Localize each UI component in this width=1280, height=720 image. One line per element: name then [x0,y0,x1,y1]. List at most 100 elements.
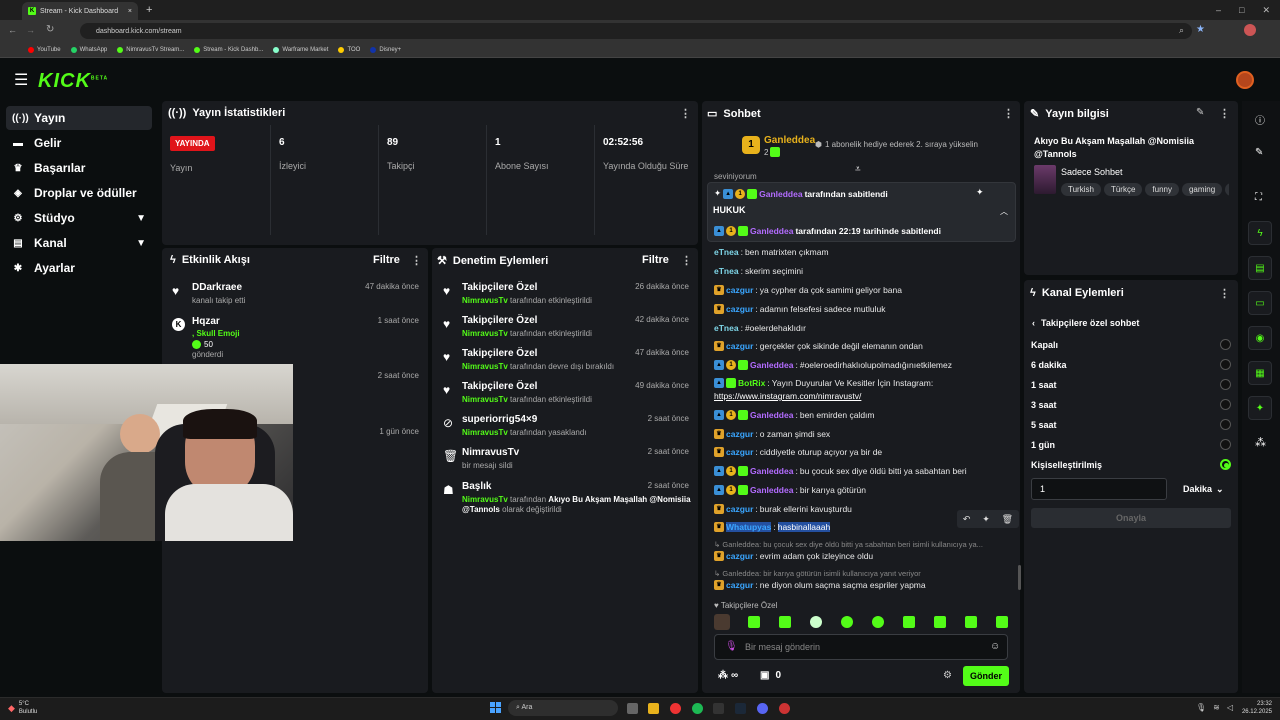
chest-counter[interactable]: ▣ 0 [760,670,781,681]
unit-select[interactable]: Dakika ⌄ [1183,484,1224,495]
emote-icon[interactable] [748,616,760,628]
duration-option[interactable]: 6 dakika [1031,359,1231,370]
channel-actions-menu-icon[interactable]: ⋮ [1219,287,1230,300]
category-thumbnail[interactable] [1034,165,1056,194]
clock[interactable]: 23:32 26.12.2025 [1238,700,1272,716]
back-button[interactable]: ‹ Takipçilere özel sohbet [1032,318,1139,328]
windows-start-icon[interactable] [490,702,501,713]
activity-filter-button[interactable]: Filtre [373,254,400,266]
tag[interactable]: gaming [1181,183,1223,196]
emote-icon[interactable] [872,616,884,628]
reload-icon[interactable]: ↻ [46,24,54,35]
chevron-up-icon[interactable]: ︿ [1000,206,1008,217]
file-explorer-icon[interactable] [648,703,659,714]
sidebar-item-droplar[interactable]: ◈ Droplar ve ödüller [6,181,152,205]
url-field[interactable]: dashboard.kick.com/stream [80,23,1192,39]
activity-menu-icon[interactable]: ⋮ [411,254,422,267]
more-actions-icon[interactable]: ⁂ [1255,436,1266,449]
radio-button[interactable] [1220,459,1231,470]
moderation-menu-icon[interactable]: ⋮ [681,254,692,267]
sidebar-item-gelir[interactable]: ▬ Gelir [6,131,152,155]
custom-duration-input[interactable]: 1 [1031,478,1167,500]
emote-icon[interactable] [996,616,1008,628]
task-view-icon[interactable] [627,703,638,714]
duration-option[interactable]: 1 gün [1031,439,1231,450]
radio-button[interactable] [1220,339,1231,350]
sidebar-item-yayin[interactable]: ((·)) Yayın [6,106,152,130]
chat-settings-icon[interactable]: ⚙ [943,670,952,681]
duration-option[interactable]: 3 saat [1031,399,1231,410]
chat-username[interactable]: cazgur [726,304,753,314]
app-icon[interactable] [713,703,724,714]
volume-icon[interactable]: ◁ [1227,703,1233,712]
chat-username[interactable]: Ganleddea [750,466,793,476]
microphone-icon[interactable]: 🎙 [725,641,738,652]
app-icon[interactable] [779,703,790,714]
sidebar-item-basarilar[interactable]: ♛ Başarılar [6,156,152,180]
weather-widget[interactable]: ◆ 5°C Bulutlu [8,700,37,716]
chat-scrollbar[interactable] [1018,565,1021,590]
tag[interactable]: Turkish [1061,183,1101,196]
chat-username[interactable]: Ganleddea [750,410,793,420]
discord-icon[interactable] [757,703,768,714]
reply-icon[interactable]: ↶ [963,514,971,525]
hamburger-menu-icon[interactable]: ☰ [14,70,28,90]
stream-info-menu-icon[interactable]: ⋮ [1219,107,1230,120]
radio-button[interactable] [1220,379,1231,390]
pencil-icon[interactable]: ✎ [1255,147,1263,158]
delete-icon[interactable]: 🗑 [1002,514,1013,525]
sidebar-item-ayarlar[interactable]: ✱ Ayarlar [6,256,152,280]
tag[interactable]: funny [1145,183,1179,196]
bookmark-warframe[interactable]: Warframe Market [273,46,328,53]
emote-icon[interactable] [965,616,977,628]
wifi-icon[interactable]: ≋ [1213,703,1220,712]
emote-icon[interactable] [810,616,822,628]
quick-action-lightning-icon[interactable]: ϟ [1248,221,1272,245]
confirm-button[interactable]: Onayla [1031,508,1231,528]
chat-username[interactable]: BotRix [738,378,765,388]
bookmark-star-icon[interactable]: ★ [1196,24,1205,35]
browser-tab[interactable]: K Stream - Kick Dashboard × [22,2,138,20]
radio-button[interactable] [1220,419,1231,430]
bookmark-youtube[interactable]: YouTube [28,46,61,53]
category-name[interactable]: Sadece Sohbet [1061,167,1123,177]
close-window-icon[interactable]: ✕ [1262,5,1270,16]
sidebar-item-kanal[interactable]: ▤ Kanal ▼ [6,231,152,255]
microphone-icon[interactable]: 🎙 [1196,703,1206,712]
stats-menu-icon[interactable]: ⋮ [680,107,691,120]
chat-menu-icon[interactable]: ⋮ [1003,107,1014,120]
chatter-avatar[interactable] [714,614,730,630]
forward-icon[interactable]: → [26,25,35,35]
bookmark-too[interactable]: TOO [338,46,360,53]
info-icon[interactable]: ⓘ [1255,112,1265,127]
close-tab-icon[interactable]: × [128,8,132,15]
moderation-filter-button[interactable]: Filtre [642,254,669,266]
maximize-icon[interactable]: □ [1239,5,1244,15]
send-button[interactable]: Gönder [963,666,1009,686]
channel-points[interactable]: ⁂ ∞ [718,670,738,681]
duration-option[interactable]: Kişiselleştirilmiş [1031,459,1231,470]
zoom-icon[interactable]: ⌕ [1179,25,1184,36]
radio-button[interactable] [1220,439,1231,450]
quick-action-wrench-icon[interactable]: ✦ [1248,396,1272,420]
chrome-icon[interactable] [670,703,681,714]
edit-icon[interactable]: ✎ [1196,107,1204,118]
radio-button[interactable] [1220,399,1231,410]
user-avatar[interactable] [1236,71,1254,89]
tag[interactable]: Türkçe [1103,183,1143,196]
duration-option[interactable]: 5 saat [1031,419,1231,430]
spotify-icon[interactable] [692,703,703,714]
minimize-icon[interactable]: – [1216,5,1221,15]
emote-icon[interactable] [903,616,915,628]
chat-username[interactable]: cazgur [726,429,753,439]
duration-option[interactable]: 1 saat [1031,379,1231,390]
emote-icon[interactable] [841,616,853,628]
profile-avatar-icon[interactable] [1244,24,1256,36]
quick-action-notes-icon[interactable]: ▤ [1248,256,1272,280]
duration-option[interactable]: Kapalı [1031,339,1231,350]
collapse-chevron-icon[interactable]: ⩡ [855,164,861,175]
chat-link[interactable]: https://www.instagram.com/nimravustv/ [714,391,861,401]
chat-username[interactable]: eTnea [714,247,739,257]
taskbar-search[interactable]: ⌕ Ara [508,700,618,716]
chat-username[interactable]: Whatupyas [726,522,772,532]
